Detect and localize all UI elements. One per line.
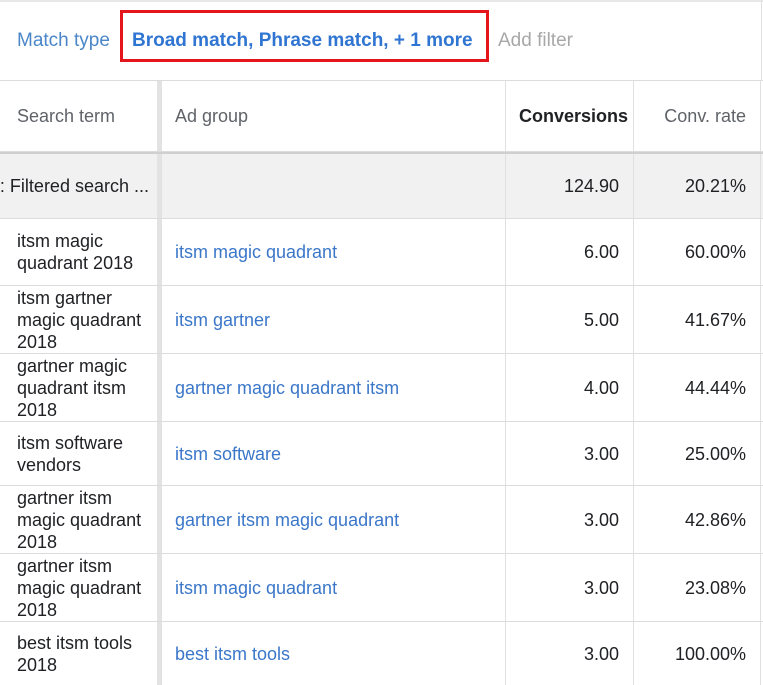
conv-rate-value: 42.86% (684, 509, 746, 530)
conversions-value: 5.00 (583, 309, 619, 330)
search-term-cell: itsm software vendors (0, 422, 157, 485)
filter-chip-text[interactable]: Broad match, Phrase match, + 1 more (132, 30, 473, 52)
match-type-filter-chip[interactable]: Broad match, Phrase match, + 1 more (120, 10, 489, 62)
add-filter-button[interactable]: Add filter (498, 30, 573, 52)
column-header-ad-group[interactable]: Ad group (161, 81, 505, 151)
conversions-value: 3.00 (583, 643, 619, 664)
search-term-cell: gartner itsm magic quadrant 2018 (0, 486, 157, 553)
ad-group-header-label: Ad group (175, 105, 249, 126)
filter-bar: Match type Broad match, Phrase match, + … (0, 2, 763, 80)
table-row: gartner itsm magic quadrant 2018 itsm ma… (0, 554, 763, 622)
conversions-cell: 5.00 (505, 286, 633, 353)
conversions-value: 3.00 (583, 509, 619, 530)
ad-group-link[interactable]: best itsm tools (175, 643, 290, 665)
search-term: gartner itsm magic quadrant 2018 (17, 487, 142, 552)
table-row: itsm gartner magic quadrant 2018 itsm ga… (0, 286, 763, 354)
ad-group-link[interactable]: itsm magic quadrant (175, 577, 337, 599)
total-conversions-cell: 124.90 (505, 154, 633, 218)
conversions-cell: 6.00 (505, 219, 633, 285)
total-label-cell: al: Filtered search ... (0, 154, 157, 218)
column-header-search-term[interactable]: Search term (0, 81, 157, 151)
search-term-header-label: Search term (17, 105, 116, 126)
conv-rate-cell: 42.86% (633, 486, 761, 553)
conversions-cell: 3.00 (505, 554, 633, 621)
search-term-cell: best itsm tools 2018 (0, 622, 157, 685)
conversions-value: 3.00 (583, 577, 619, 598)
search-term-cell: itsm gartner magic quadrant 2018 (0, 286, 157, 353)
column-header-conversions[interactable]: Conversions (505, 81, 633, 151)
conversions-value: 6.00 (583, 242, 619, 262)
search-term-cell: gartner itsm magic quadrant 2018 (0, 554, 157, 621)
search-term: itsm gartner magic quadrant 2018 (17, 287, 142, 352)
ad-group-link[interactable]: itsm software (175, 443, 281, 465)
conversions-header-label: Conversions (518, 105, 628, 126)
table-row: itsm magic quadrant 2018 itsm magic quad… (0, 219, 763, 286)
total-conv-rate: 20.21% (684, 175, 746, 196)
conv-rate-value: 25.00% (684, 443, 746, 464)
conversions-cell: 3.00 (505, 486, 633, 553)
ad-group-cell: gartner magic quadrant itsm (161, 354, 505, 421)
table-row: gartner magic quadrant itsm 2018 gartner… (0, 354, 763, 422)
conv-rate-cell: 60.00% (633, 219, 761, 285)
table-row: itsm software vendors itsm software 3.00… (0, 422, 763, 486)
conversions-cell: 3.00 (505, 422, 633, 485)
search-term: itsm software vendors (17, 432, 124, 475)
conv-rate-cell: 25.00% (633, 422, 761, 485)
search-term: gartner itsm magic quadrant 2018 (17, 555, 142, 620)
conversions-value: 4.00 (583, 377, 619, 398)
total-conversions: 124.90 (563, 175, 619, 196)
search-terms-table: Search term Ad group Conversions Conv. r… (0, 80, 763, 685)
search-term: best itsm tools 2018 (17, 632, 133, 675)
conv-rate-cell: 100.00% (633, 622, 761, 685)
conv-rate-cell: 41.67% (633, 286, 761, 353)
ad-group-link[interactable]: gartner itsm magic quadrant (175, 509, 399, 531)
ad-group-link[interactable]: gartner magic quadrant itsm (175, 377, 399, 399)
conv-rate-value: 41.67% (684, 309, 746, 330)
table-header-row: Search term Ad group Conversions Conv. r… (0, 80, 763, 152)
ad-group-cell: gartner itsm magic quadrant (161, 486, 505, 553)
conv-rate-value: 44.44% (684, 377, 746, 398)
conversions-value: 3.00 (583, 443, 619, 464)
filter-label-match-type[interactable]: Match type (17, 30, 110, 52)
ad-group-cell: itsm magic quadrant (161, 219, 505, 285)
total-conv-rate-cell: 20.21% (633, 154, 761, 218)
conv-rate-header-label: Conv. rate (664, 105, 746, 126)
conversions-cell: 4.00 (505, 354, 633, 421)
column-header-conv-rate[interactable]: Conv. rate (633, 81, 761, 151)
ad-group-link[interactable]: itsm gartner (175, 309, 270, 331)
conversions-cell: 3.00 (505, 622, 633, 685)
table-row: gartner itsm magic quadrant 2018 gartner… (0, 486, 763, 554)
total-row: al: Filtered search ... 124.90 20.21% (0, 152, 763, 219)
conv-rate-value: 60.00% (684, 242, 746, 262)
conv-rate-cell: 44.44% (633, 354, 761, 421)
total-label: al: Filtered search ... (0, 175, 149, 196)
conv-rate-value: 100.00% (674, 643, 746, 664)
ad-group-link[interactable]: itsm magic quadrant (175, 241, 337, 263)
search-term-cell: itsm magic quadrant 2018 (0, 219, 157, 285)
search-term: gartner magic quadrant itsm 2018 (17, 355, 128, 420)
ad-group-cell: itsm magic quadrant (161, 554, 505, 621)
total-ad-group-cell (161, 154, 505, 218)
conv-rate-cell: 23.08% (633, 554, 761, 621)
search-term-cell: gartner magic quadrant itsm 2018 (0, 354, 157, 421)
ad-group-cell: best itsm tools (161, 622, 505, 685)
ad-group-cell: itsm software (161, 422, 505, 485)
ad-group-cell: itsm gartner (161, 286, 505, 353)
search-term: itsm magic quadrant 2018 (17, 231, 134, 273)
table-row: best itsm tools 2018 best itsm tools 3.0… (0, 622, 763, 685)
conv-rate-value: 23.08% (684, 577, 746, 598)
